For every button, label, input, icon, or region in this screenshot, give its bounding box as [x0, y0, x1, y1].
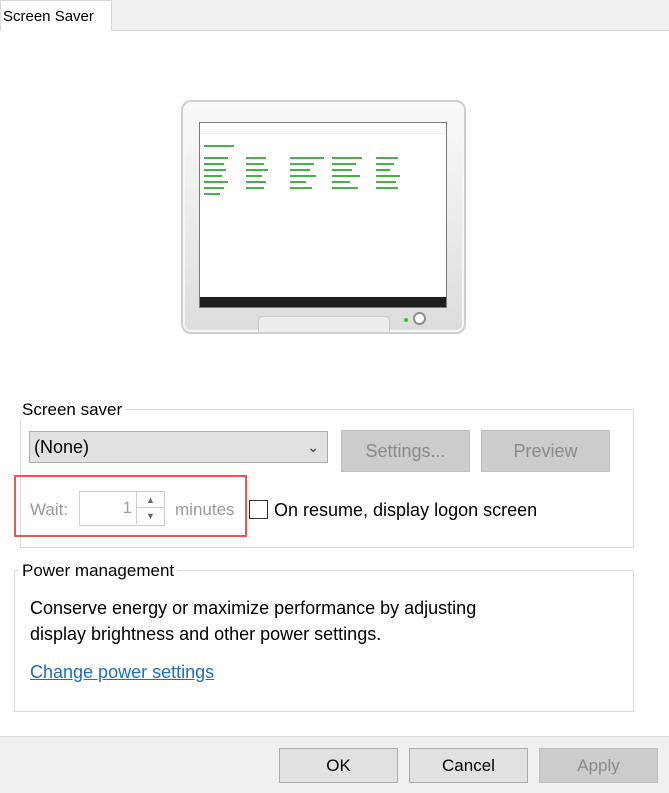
resume-logon-label[interactable]: On resume, display logon screen: [274, 500, 537, 521]
screen-link: [332, 163, 356, 165]
apply-button[interactable]: Apply: [539, 748, 658, 783]
screen-saver-group-title: Screen saver: [19, 400, 126, 420]
screen-link: [376, 169, 390, 171]
screen-saver-select-value: (None): [34, 437, 90, 457]
monitor-screen: [199, 122, 447, 308]
screen-link: [204, 193, 220, 195]
screen-link: [204, 169, 226, 171]
power-led-icon: [404, 318, 408, 322]
screen-link: [204, 175, 222, 177]
screen-link: [204, 181, 228, 183]
screen-link: [332, 175, 360, 177]
screen-link: [246, 169, 268, 171]
resume-logon-checkbox[interactable]: [249, 500, 268, 519]
screen-link: [332, 181, 350, 183]
highlight-box: [14, 475, 247, 537]
screen-taskbar: [200, 297, 446, 307]
power-button-icon: [413, 312, 426, 325]
screen-link: [376, 163, 394, 165]
screen-link: [204, 145, 234, 147]
screen-link: [204, 163, 224, 165]
screen-link: [290, 181, 306, 183]
screen-link: [290, 175, 316, 177]
screen-link: [204, 157, 228, 159]
power-description-line1: Conserve energy or maximize performance …: [30, 598, 477, 618]
screen-link: [290, 187, 312, 189]
screen-titlebar: [200, 123, 446, 134]
power-description-line2: display brightness and other power setti…: [30, 624, 382, 644]
screen-link: [204, 187, 224, 189]
tab-screen-saver[interactable]: Screen Saver: [0, 0, 112, 31]
power-management-group-title: Power management: [19, 561, 178, 581]
preview-button[interactable]: Preview: [481, 430, 610, 472]
screen-link: [332, 169, 352, 171]
screen-link: [376, 181, 396, 183]
screen-link: [332, 187, 358, 189]
cancel-button[interactable]: Cancel: [409, 748, 528, 783]
screen-link: [246, 157, 266, 159]
settings-button[interactable]: Settings...: [341, 430, 470, 472]
monitor-stand: [258, 316, 390, 332]
screen-link: [332, 157, 362, 159]
chevron-down-icon: ⌄: [307, 439, 319, 455]
screen-saver-select[interactable]: (None) ⌄: [29, 431, 328, 463]
screen-link: [376, 157, 398, 159]
screen-link: [246, 181, 266, 183]
change-power-settings-link[interactable]: Change power settings: [30, 662, 214, 683]
screen-link: [376, 187, 398, 189]
screen-link: [290, 157, 324, 159]
ok-button[interactable]: OK: [279, 748, 398, 783]
screen-link: [246, 187, 264, 189]
screen-link: [290, 163, 314, 165]
screen-link: [246, 175, 262, 177]
screen-link: [376, 175, 400, 177]
screen-link: [290, 169, 310, 171]
screen-link: [246, 163, 264, 165]
